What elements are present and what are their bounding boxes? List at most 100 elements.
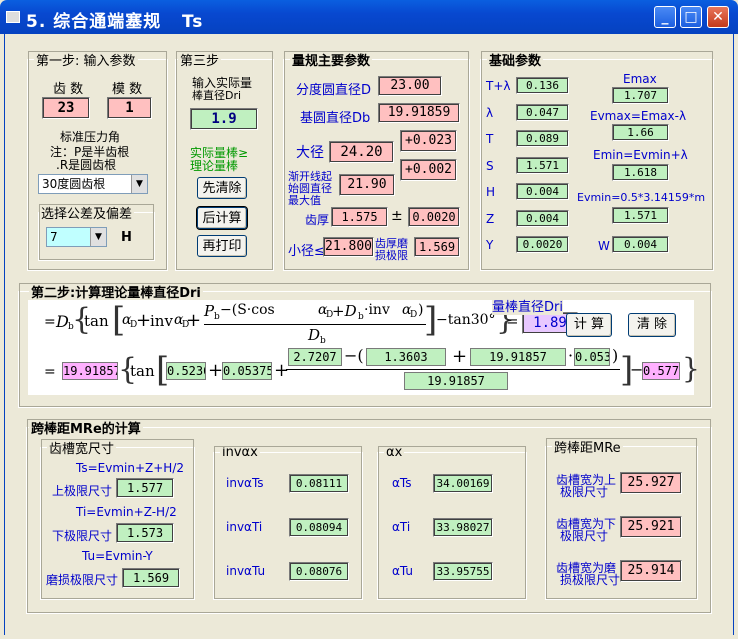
f2-v1: 19.91857 — [62, 362, 118, 380]
inv-alpha-label: invαTu — [226, 564, 266, 578]
base-param-label: Y — [486, 238, 494, 252]
f2-v5: 1.3603 — [366, 348, 446, 366]
f1-fraction-bar — [204, 324, 426, 325]
base-diameter-value: 19.91859 — [378, 103, 460, 123]
tooth-tolerance-value: 0.0020 — [408, 207, 460, 227]
f1-db: D — [56, 312, 69, 331]
f1-tan: tan — [84, 312, 109, 330]
upper-limit-label: 上极限尺寸 — [52, 484, 113, 498]
tolerance-legend: 选择公差及偏差 — [41, 207, 133, 222]
alpha-label: αTu — [392, 564, 414, 578]
mre-value: 25.921 — [620, 516, 682, 538]
base-param-value: 0.136 — [516, 77, 569, 94]
f1-eq: = — [44, 314, 56, 330]
f2-fraction-bar — [286, 369, 620, 370]
angle-select[interactable]: 30度圆齿根 ▼ — [38, 174, 148, 194]
alpha-label: αTs — [392, 476, 412, 490]
span-legend: 跨棒距MRe的计算 — [31, 422, 141, 437]
w-label: W — [598, 239, 610, 253]
lower-limit-value: 1.573 — [116, 523, 174, 543]
slot-width-legend: 齿槽宽尺寸 — [49, 442, 115, 457]
alpha-value: 34.00169 — [433, 474, 493, 493]
base-param-value: 0.004 — [516, 209, 569, 227]
f1-num-inv-alpha-sub: D — [410, 310, 418, 320]
f1-num-mid: −(S·cos — [220, 302, 275, 318]
tooth-thickness-value: 1.575 — [331, 207, 388, 227]
wear-limit-size-label: 磨损极限尺寸 — [46, 573, 119, 587]
inv-alpha-value: 0.08094 — [289, 518, 349, 537]
mre-label2: 极限尺寸 — [560, 485, 609, 499]
f2-v2: 0.5236 — [166, 362, 206, 380]
calculate-after-button[interactable]: 后计算 — [196, 206, 248, 230]
f2-v9: 0.5774 — [642, 362, 680, 380]
alpha-label: αTi — [392, 520, 411, 534]
angle-select-value: 30度圆齿根 — [42, 177, 106, 191]
maximize-button[interactable]: □ — [680, 6, 702, 28]
inv-alpha-label: invαTi — [226, 520, 263, 534]
mre-value: 25.927 — [620, 472, 682, 494]
evmin-label: Evmin=0.5*3.14159*m — [577, 191, 706, 204]
f1-num-db: +D — [332, 302, 357, 320]
tolerance-select-value: 7 — [50, 230, 58, 244]
title-bar[interactable]: 5. 综合通端塞规 Ts _ □ ✕ — [0, 0, 738, 34]
base-param-label: T — [486, 132, 494, 146]
involute-diameter-value: 21.90 — [339, 174, 395, 196]
chevron-down-icon[interactable]: ▼ — [90, 228, 106, 246]
actual-dri-input[interactable]: 1.9 — [190, 108, 258, 130]
inv-alpha-label: invαTs — [226, 476, 264, 490]
f1-plus: + — [136, 310, 152, 331]
f1-num-dotinv: ·inv — [364, 302, 390, 318]
evmax-value: 1.66 — [612, 124, 669, 141]
base-param-label: λ — [486, 105, 494, 120]
input-dri-label2: 棒直径Dri — [192, 89, 242, 102]
teeth-label: 齿 数 — [53, 82, 84, 97]
upper-limit-value: 1.577 — [116, 478, 174, 498]
calculate-button[interactable]: 计 算 — [566, 313, 612, 337]
base-param-label: T+λ — [486, 79, 511, 93]
step1-legend: 第一步: 输入参数 — [36, 54, 136, 69]
module-input[interactable]: 1 — [107, 97, 152, 119]
dri-note2: 理论量棒 — [190, 159, 239, 173]
emin-label: Emin=Evmin+λ — [593, 148, 688, 162]
f2-v4: 2.7207 — [288, 348, 342, 366]
f2-dot: · — [568, 346, 574, 365]
mre-legend: 跨棒距MRe — [554, 441, 621, 456]
wear-limit-label2: 损极限 — [375, 249, 408, 262]
chevron-down-icon[interactable]: ▼ — [131, 175, 147, 193]
lower-limit-label: 下极限尺寸 — [52, 529, 113, 543]
f2-v8: 19.91857 — [404, 372, 508, 390]
ti-formula: Ti=Evmin+Z-H/2 — [76, 505, 177, 519]
f2-v3: 0.05375 — [222, 362, 272, 380]
tu-formula: Tu=Evmin-Y — [82, 549, 153, 563]
f1-num-close: ) — [418, 302, 424, 318]
f2-plus1: + — [208, 360, 224, 381]
teeth-input[interactable]: 23 — [42, 97, 90, 119]
w-value: 0.004 — [612, 236, 669, 253]
f2-close: ) — [612, 346, 619, 365]
base-param-value: 0.004 — [516, 183, 569, 200]
base-param-value: 1.571 — [516, 156, 569, 174]
f2-tan: tan — [130, 362, 155, 380]
print-button[interactable]: 再打印 — [197, 235, 247, 257]
evmax-label: Evmax=Emax-λ — [590, 109, 687, 123]
involute-label3: 最大值 — [288, 194, 321, 207]
minor-diameter-value: 21.800 — [323, 237, 374, 257]
minimize-button[interactable]: _ — [654, 6, 676, 28]
note-r: .R是圆齿根 — [56, 158, 117, 172]
app-icon — [6, 11, 20, 23]
module-label: 模 数 — [112, 82, 143, 97]
clear-button[interactable]: 清 除 — [628, 313, 676, 337]
mre-value: 25.914 — [620, 560, 682, 582]
f1-inv: inv — [150, 312, 173, 330]
inv-alpha-value: 0.08111 — [289, 474, 349, 493]
tolerance-select[interactable]: 7 ▼ — [46, 227, 107, 247]
wear-limit-size-value: 1.569 — [122, 568, 180, 588]
f2-v6: 19.91857 — [470, 348, 566, 366]
evmin-value: 1.571 — [612, 207, 669, 224]
f2-plus2: + — [274, 360, 290, 381]
base-param-value: 0.089 — [516, 130, 569, 147]
base-diameter-label: 基圆直径Db — [300, 111, 371, 126]
close-button[interactable]: ✕ — [707, 6, 729, 28]
clear-first-button[interactable]: 先清除 — [197, 177, 247, 199]
f1-den-sub: b — [320, 336, 326, 346]
